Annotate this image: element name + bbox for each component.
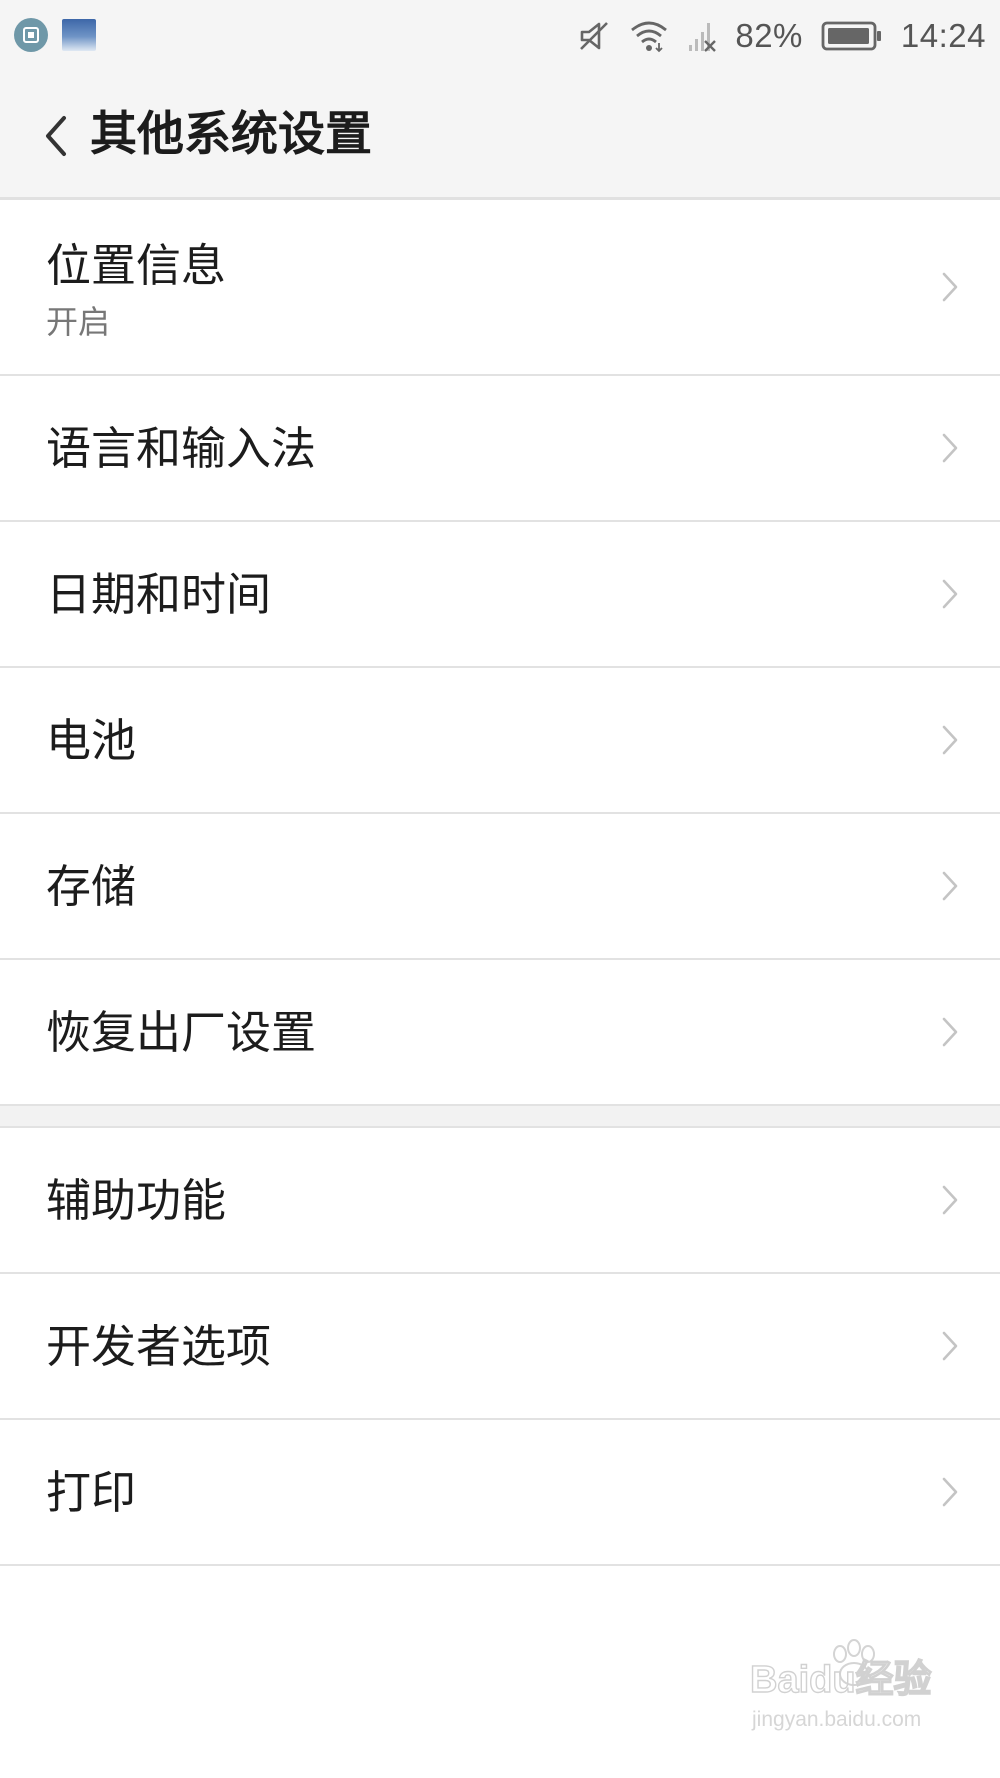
chevron-right-icon <box>942 871 958 901</box>
settings-item-factory-reset[interactable]: 恢复出厂设置 <box>0 960 1000 1106</box>
settings-item-developer-options[interactable]: 开发者选项 <box>0 1274 1000 1420</box>
baidu-jingyan-watermark: Baidu经验 jingyan.baidu.com <box>748 1638 948 1734</box>
system-status: 82% 14:24 <box>577 14 986 58</box>
item-title: 位置信息 <box>46 239 227 292</box>
settings-item-storage[interactable]: 存储 <box>0 814 1000 960</box>
battery-icon <box>821 21 881 51</box>
watermark-url: jingyan.baidu.com <box>751 1708 921 1731</box>
chevron-right-icon <box>942 1331 958 1361</box>
settings-item-date-time[interactable]: 日期和时间 <box>0 522 1000 668</box>
chevron-right-icon <box>942 1185 958 1215</box>
notification-icons <box>14 18 96 52</box>
chevron-right-icon <box>942 272 958 302</box>
item-title: 语言和输入法 <box>46 422 317 475</box>
clock: 14:24 <box>900 17 986 54</box>
settings-item-language-input[interactable]: 语言和输入法 <box>0 376 1000 522</box>
wifi-icon <box>631 21 668 53</box>
back-arrow-icon <box>46 116 66 156</box>
mute-icon <box>580 22 609 50</box>
section-divider <box>0 1106 1000 1128</box>
settings-item-location[interactable]: 位置信息 开启 <box>0 200 1000 376</box>
settings-item-printing[interactable]: 打印 <box>0 1420 1000 1566</box>
chevron-right-icon <box>942 579 958 609</box>
photo-app-icon <box>62 19 96 51</box>
watermark-brand: Baidu经验 <box>750 1659 932 1701</box>
settings-list: 位置信息 开启 语言和输入法 日期和时间 电池 存储 恢复出厂设置 辅助功能 开… <box>0 200 1000 1566</box>
status-bar: 82% 14:24 <box>0 0 1000 72</box>
chevron-right-icon <box>942 433 958 463</box>
gallery-app-icon <box>14 18 48 52</box>
settings-item-accessibility[interactable]: 辅助功能 <box>0 1128 1000 1274</box>
chevron-right-icon <box>942 725 958 755</box>
no-signal-icon <box>689 23 717 52</box>
chevron-right-icon <box>942 1017 958 1047</box>
item-title: 日期和时间 <box>46 568 272 621</box>
item-subtitle: 开启 <box>46 303 111 341</box>
item-title: 打印 <box>46 1466 137 1519</box>
battery-percent: 82% <box>735 17 803 54</box>
page-title: 其他系统设置 <box>90 107 372 162</box>
item-title: 恢复出厂设置 <box>46 1006 317 1059</box>
chevron-right-icon <box>942 1477 958 1507</box>
paw-logo-icon: Baidu经验 jingyan.baidu.com <box>749 1639 932 1731</box>
settings-item-battery[interactable]: 电池 <box>0 668 1000 814</box>
item-title: 电池 <box>46 714 137 767</box>
item-title: 辅助功能 <box>46 1174 227 1227</box>
item-title: 存储 <box>46 860 137 913</box>
app-header: 其他系统设置 <box>0 72 1000 200</box>
back-button[interactable] <box>34 106 78 166</box>
item-title: 开发者选项 <box>46 1320 272 1373</box>
